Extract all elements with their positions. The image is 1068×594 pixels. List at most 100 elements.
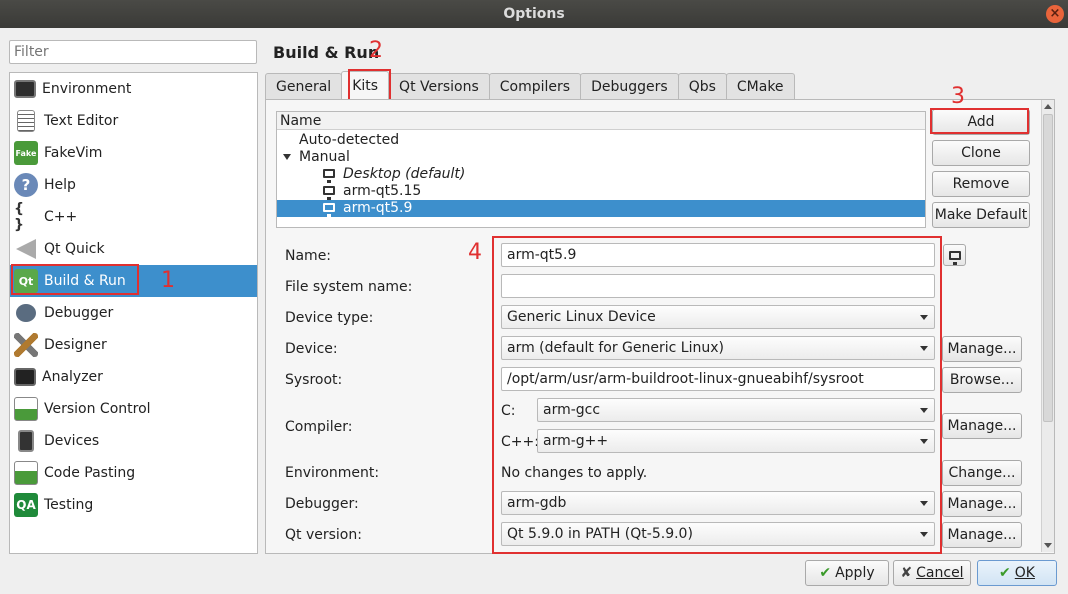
tab-compilers[interactable]: Compilers xyxy=(488,73,582,99)
sidebar-item-help[interactable]: ? Help xyxy=(10,169,257,201)
monitor-icon xyxy=(323,186,335,200)
name-label: Name: xyxy=(285,248,332,264)
chevron-down-icon xyxy=(920,532,928,537)
remove-kit-button[interactable]: Remove xyxy=(932,171,1030,197)
monitor-icon xyxy=(948,251,961,265)
annotation-number-4: 4 xyxy=(468,240,482,265)
device-select[interactable]: arm (default for Generic Linux) xyxy=(501,336,935,360)
debugger-icon xyxy=(16,304,36,322)
device-type-label: Device type: xyxy=(285,310,374,326)
annotation-number-1: 1 xyxy=(161,268,175,293)
make-default-button[interactable]: Make Default xyxy=(932,202,1030,228)
add-kit-button[interactable]: Add xyxy=(932,109,1030,135)
chevron-down-icon xyxy=(920,439,928,444)
sidebar-item-version-control[interactable]: Version Control xyxy=(10,393,257,425)
debugger-select[interactable]: arm-gdb xyxy=(501,491,935,515)
chevron-down-icon xyxy=(920,315,928,320)
sysroot-input[interactable]: /opt/arm/usr/arm-buildroot-linux-gnueabi… xyxy=(501,367,935,391)
ok-button[interactable]: ✔ OK xyxy=(977,560,1057,586)
device-type-select[interactable]: Generic Linux Device xyxy=(501,305,935,329)
scroll-thumb[interactable] xyxy=(1043,114,1053,422)
tree-header-name[interactable]: Name xyxy=(277,112,925,130)
tab-qt-versions[interactable]: Qt Versions xyxy=(388,73,490,99)
tree-item-auto-detected[interactable]: Auto-detected xyxy=(277,132,925,149)
version-control-icon xyxy=(14,397,38,421)
device-label: Device: xyxy=(285,341,338,357)
window-title: Options xyxy=(503,6,565,22)
sidebar-item-code-pasting[interactable]: Code Pasting xyxy=(10,457,257,489)
qt-version-select[interactable]: Qt 5.9.0 in PATH (Qt-5.9.0) xyxy=(501,522,935,546)
c-compiler-label: C: xyxy=(501,403,516,419)
tab-kits[interactable]: Kits xyxy=(341,71,390,99)
sysroot-label: Sysroot: xyxy=(285,372,343,388)
sidebar-item-qt-quick[interactable]: Qt Quick xyxy=(10,233,257,265)
tab-debuggers[interactable]: Debuggers xyxy=(580,73,679,99)
scroll-down-icon[interactable] xyxy=(1044,543,1052,548)
sidebar-item-fakevim[interactable]: Fake FakeVim xyxy=(10,137,257,169)
collapse-arrow-icon[interactable] xyxy=(283,154,291,160)
sidebar-item-debugger[interactable]: Debugger xyxy=(10,297,257,329)
environment-icon xyxy=(14,80,36,98)
window-titlebar: Options × xyxy=(0,0,1068,28)
sidebar-item-environment[interactable]: Environment xyxy=(10,73,257,105)
sidebar-item-cpp[interactable]: { } C++ xyxy=(10,201,257,233)
build-run-icon: Qt xyxy=(14,269,38,293)
scroll-up-icon[interactable] xyxy=(1044,104,1052,109)
tab-cmake[interactable]: CMake xyxy=(725,73,795,99)
chevron-down-icon xyxy=(920,346,928,351)
tree-item-kit[interactable]: Desktop (default) xyxy=(277,166,925,183)
manage-device-button[interactable]: Manage... xyxy=(942,336,1022,362)
sidebar-item-build-run[interactable]: Qt Build & Run xyxy=(10,265,257,297)
sidebar-item-designer[interactable]: Designer xyxy=(10,329,257,361)
cpp-compiler-select[interactable]: arm-g++ xyxy=(537,429,935,453)
manage-compiler-button[interactable]: Manage... xyxy=(942,413,1022,439)
chevron-down-icon xyxy=(920,501,928,506)
browse-sysroot-button[interactable]: Browse... xyxy=(942,367,1022,393)
cancel-icon: ✘ xyxy=(900,565,913,581)
devices-icon xyxy=(18,430,34,452)
clone-kit-button[interactable]: Clone xyxy=(932,140,1030,166)
c-compiler-select[interactable]: arm-gcc xyxy=(537,398,935,422)
apply-button[interactable]: ✔ Apply xyxy=(805,560,889,586)
cancel-button[interactable]: ✘ Cancel xyxy=(893,560,971,586)
annotation-number-3: 3 xyxy=(951,84,965,109)
code-pasting-icon xyxy=(14,461,38,485)
filter-input[interactable] xyxy=(9,40,257,64)
manage-qt-version-button[interactable]: Manage... xyxy=(942,522,1022,548)
check-icon: ✔ xyxy=(999,565,1011,581)
cpp-icon: { } xyxy=(14,201,24,233)
change-environment-button[interactable]: Change... xyxy=(942,460,1022,486)
qt-quick-icon xyxy=(16,239,36,259)
text-editor-icon xyxy=(17,110,35,132)
chevron-down-icon xyxy=(920,408,928,413)
analyzer-icon xyxy=(14,368,36,386)
fs-name-label: File system name: xyxy=(285,279,413,295)
tree-item-kit-selected[interactable]: arm-qt5.9 xyxy=(277,200,925,217)
sidebar-item-text-editor[interactable]: Text Editor xyxy=(10,105,257,137)
fs-name-input[interactable] xyxy=(501,274,935,298)
monitor-icon xyxy=(323,169,335,183)
environment-label: Environment: xyxy=(285,465,380,481)
tree-item-kit[interactable]: arm-qt5.15 xyxy=(277,183,925,200)
kit-icon-button[interactable] xyxy=(943,244,966,266)
tab-general[interactable]: General xyxy=(265,73,343,99)
options-tabs: General Kits Qt Versions Compilers Debug… xyxy=(265,71,795,99)
monitor-icon xyxy=(323,203,335,217)
designer-icon xyxy=(14,333,38,357)
sidebar-item-devices[interactable]: Devices xyxy=(10,425,257,457)
close-icon[interactable]: × xyxy=(1046,5,1064,23)
sidebar-item-testing[interactable]: QA Testing xyxy=(10,489,257,521)
kit-name-input[interactable]: arm-qt5.9 xyxy=(501,243,935,267)
check-icon: ✔ xyxy=(819,565,832,581)
sidebar-item-analyzer[interactable]: Analyzer xyxy=(10,361,257,393)
debugger-label: Debugger: xyxy=(285,496,359,512)
panel-scrollbar[interactable] xyxy=(1041,100,1054,552)
tab-qbs[interactable]: Qbs xyxy=(677,73,727,99)
options-sidebar: Environment Text Editor Fake FakeVim ? H… xyxy=(9,72,258,554)
environment-value: No changes to apply. xyxy=(501,465,648,481)
help-icon: ? xyxy=(14,173,38,197)
tree-item-manual[interactable]: Manual xyxy=(277,149,925,166)
manage-debugger-button[interactable]: Manage... xyxy=(942,491,1022,517)
testing-icon: QA xyxy=(14,493,38,517)
qt-version-label: Qt version: xyxy=(285,527,362,543)
